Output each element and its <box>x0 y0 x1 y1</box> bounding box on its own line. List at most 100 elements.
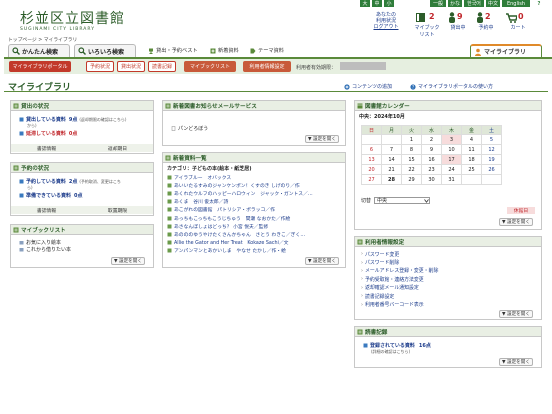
reading-count-value: 16点 <box>418 343 431 349</box>
newbooks-category: カテゴリ：子どもの本(絵本・紙芝居) <box>167 166 252 172</box>
calendar-day: 1 <box>401 134 422 145</box>
lang-kana[interactable]: かな <box>448 0 462 7</box>
tab-various-search[interactable]: いろいろ検索 <box>74 44 136 57</box>
user-status-link[interactable]: あなたの 利用状況 ログアウト <box>366 12 406 30</box>
newbooks-item[interactable]: Allie the Gator and Her Treat Kokaze Sac… <box>167 239 343 247</box>
reserve-foot-hold: 取置期限 <box>107 208 128 214</box>
newbooks-item-label: あいいたるすみのジャンケンポン！くすのき しげのり／作 <box>174 183 300 189</box>
calendar-branch-select[interactable]: 中央 <box>374 197 431 204</box>
portal-usage-link[interactable]: ? マイライブラリポータルの使い方 <box>410 83 493 90</box>
newbooks-setting-button[interactable]: ▼ 設定を開く <box>305 257 339 265</box>
newbooks-item[interactable]: アイラブルー オバックス <box>167 173 343 181</box>
subnav-userinfo[interactable]: 利用者情報設定 <box>243 61 291 72</box>
calendar-setting-button[interactable]: ▼ 設定を開く <box>499 218 533 226</box>
site-logo[interactable]: 杉並区立図書館 SUGINAMI CITY LIBRARY <box>20 8 150 34</box>
lending-overdue-count: 0点 <box>68 131 78 137</box>
mail-setting-button[interactable]: ▼ 設定を開く <box>305 135 339 143</box>
breadcrumb[interactable]: トップページ > マイライブラリ <box>8 36 77 43</box>
font-size-mid[interactable]: 中 <box>372 0 382 7</box>
newbooks-item[interactable]: あっちもこっちもこうじちゅう 間瀬 なおかた／作絵 <box>167 214 343 222</box>
book-icon <box>167 199 172 204</box>
calendar-day <box>381 134 402 145</box>
logout-link[interactable]: ログアウト <box>366 24 406 30</box>
person-icon <box>449 12 455 23</box>
mybooklist-setting-button[interactable]: ▼ 設定を開く <box>111 257 145 265</box>
calendar-day: 22 <box>401 164 422 175</box>
lang-general[interactable]: 一般 <box>430 0 446 7</box>
userinfo-setting-button[interactable]: ▼ 設定を開く <box>499 310 533 318</box>
lending-current-row[interactable]: 貸出している資料 9点 (返却期限の確認はこちら) <box>19 116 126 123</box>
userinfo-link[interactable]: パスワード変更 <box>361 250 438 258</box>
newbooks-item[interactable]: あこがれの図書館 パトリシア・ポラッコ／作 <box>167 206 343 214</box>
portal-usage-label: マイライブラリポータルの使い方 <box>418 84 494 90</box>
nav-best[interactable]: 貸出・予約ベスト <box>148 47 198 54</box>
tab-easy-label: かんたん検索 <box>22 48 59 56</box>
newbooks-item[interactable]: あいいたるすみのジャンケンポン！くすのき しげのり／作 <box>167 181 343 189</box>
svg-text:?: ? <box>412 84 414 89</box>
calendar-day: 10 <box>441 144 462 155</box>
calendar-day: 13 <box>361 154 382 165</box>
tab-easy-search[interactable]: かんたん検索 <box>8 44 70 57</box>
subnav-mybooklist[interactable]: マイブックリスト <box>184 61 236 72</box>
reading-title: 読書記録 <box>365 329 388 336</box>
calendar-switch-label: 切替 <box>361 198 372 204</box>
newbooks-panel-header: 新着資料一覧 <box>163 153 345 163</box>
newbooks-item[interactable]: あくれたウルフのハッピーハロウィン ジャック・ガントス／… <box>167 189 343 197</box>
font-size-small[interactable]: 小 <box>384 0 394 7</box>
reserve-button[interactable]: 2 予約中 <box>474 10 498 31</box>
userinfo-link[interactable]: 読書記録設定 <box>361 292 438 300</box>
lang-chinese[interactable]: 中文 <box>486 0 500 7</box>
lang-korean[interactable]: 한국어 <box>464 0 484 7</box>
help-icon[interactable]: ? <box>534 0 544 7</box>
reserve-count: 2 <box>485 12 491 21</box>
mybooklist-panel: マイブックリスト お気に入り絵本 これから借りたい本 ▼ 設定を開く <box>10 224 154 268</box>
nav-theme[interactable]: テーマ資料 <box>250 47 284 54</box>
reading-count-row[interactable]: 登録されている資料 16点 <box>363 342 431 349</box>
content-add-link[interactable]: コンテンツの追加 <box>344 83 392 90</box>
newbooks-item[interactable]: あさなんぼしょはどっち？ 小宮 悦夫／監修 <box>167 222 343 230</box>
reserve-current-row[interactable]: 予約している資料 2点 (予約取消、変更はこち <box>19 178 121 185</box>
mybooklist-button[interactable]: 2 マイブック リスト <box>412 10 442 38</box>
userinfo-link[interactable]: 利用者番号バーコード表示 <box>361 300 438 308</box>
userinfo-link[interactable]: 返却確認メール通知設定 <box>361 284 438 292</box>
lending-overdue-row[interactable]: 延滞している資料 0点 <box>19 130 77 137</box>
calendar-day: 17 <box>441 154 462 165</box>
lending-current-note2: から) <box>27 123 37 128</box>
mylist-count: 2 <box>429 12 435 21</box>
newbooks-item[interactable]: あくま 谷川 俊太郎／詩 <box>167 198 343 206</box>
plus-circle-icon <box>344 83 350 90</box>
cart-count: 0 <box>518 12 524 21</box>
calendar-weekday: 金 <box>461 125 482 135</box>
book-icon <box>416 13 425 22</box>
reading-setting-button[interactable]: ▼ 設定を開く <box>499 358 533 366</box>
nav-new[interactable]: 新着資料 <box>210 47 239 54</box>
font-size-large[interactable]: 大 <box>360 0 370 7</box>
mybooklist-item[interactable]: これから借りたい本 <box>19 246 71 253</box>
logo-en: SUGINAMI CITY LIBRARY <box>20 27 95 32</box>
calendar-day: 5 <box>481 134 502 145</box>
book-icon <box>167 191 172 196</box>
search-icon <box>12 47 20 55</box>
mail-item[interactable]: パンどろぼう <box>171 125 208 132</box>
tab-mylibrary[interactable]: マイライブラリ <box>470 44 542 57</box>
calendar-weekday: 土 <box>481 125 502 135</box>
userinfo-link[interactable]: 予約受取館・連絡方法変更 <box>361 275 438 283</box>
userinfo-link[interactable]: パスワード削除 <box>361 258 438 266</box>
mybooklist-item[interactable]: お気に入り絵本 <box>19 239 61 246</box>
lending-button[interactable]: 9 貸出中 <box>446 10 470 31</box>
userinfo-link[interactable]: メールアドレス登録・変更・削除 <box>361 267 438 275</box>
calendar-day: 23 <box>421 164 442 175</box>
book-icon <box>167 216 172 221</box>
newbooks-item[interactable]: アンパンマンとあかいしま やなせ たかし／作・絵 <box>167 247 343 255</box>
subnav-reading[interactable]: 読書記録 <box>148 61 176 72</box>
newbooks-item[interactable]: あのののゆうやけたくさんかちゃん さとう わきこ／ぎく… <box>167 230 343 238</box>
subnav-reserve[interactable]: 予約状況 <box>86 61 114 72</box>
lang-english[interactable]: English <box>502 0 530 7</box>
cart-button[interactable]: 0 カート <box>504 10 532 31</box>
subnav-lending[interactable]: 貸出状況 <box>117 61 145 72</box>
utility-bar: 大 中 小 一般 かな 한국어 中文 English ? <box>0 0 552 8</box>
subnav-portal[interactable]: マイライブラリポータル <box>9 61 71 72</box>
reserve-ready-row[interactable]: 準備できている資料 0点 <box>19 192 83 199</box>
reading-note: (詳細の確認はこちら) <box>371 349 411 354</box>
userinfo-links: パスワード変更パスワード削除メールアドレス登録・変更・削除予約受取館・連絡方法変… <box>361 250 438 309</box>
